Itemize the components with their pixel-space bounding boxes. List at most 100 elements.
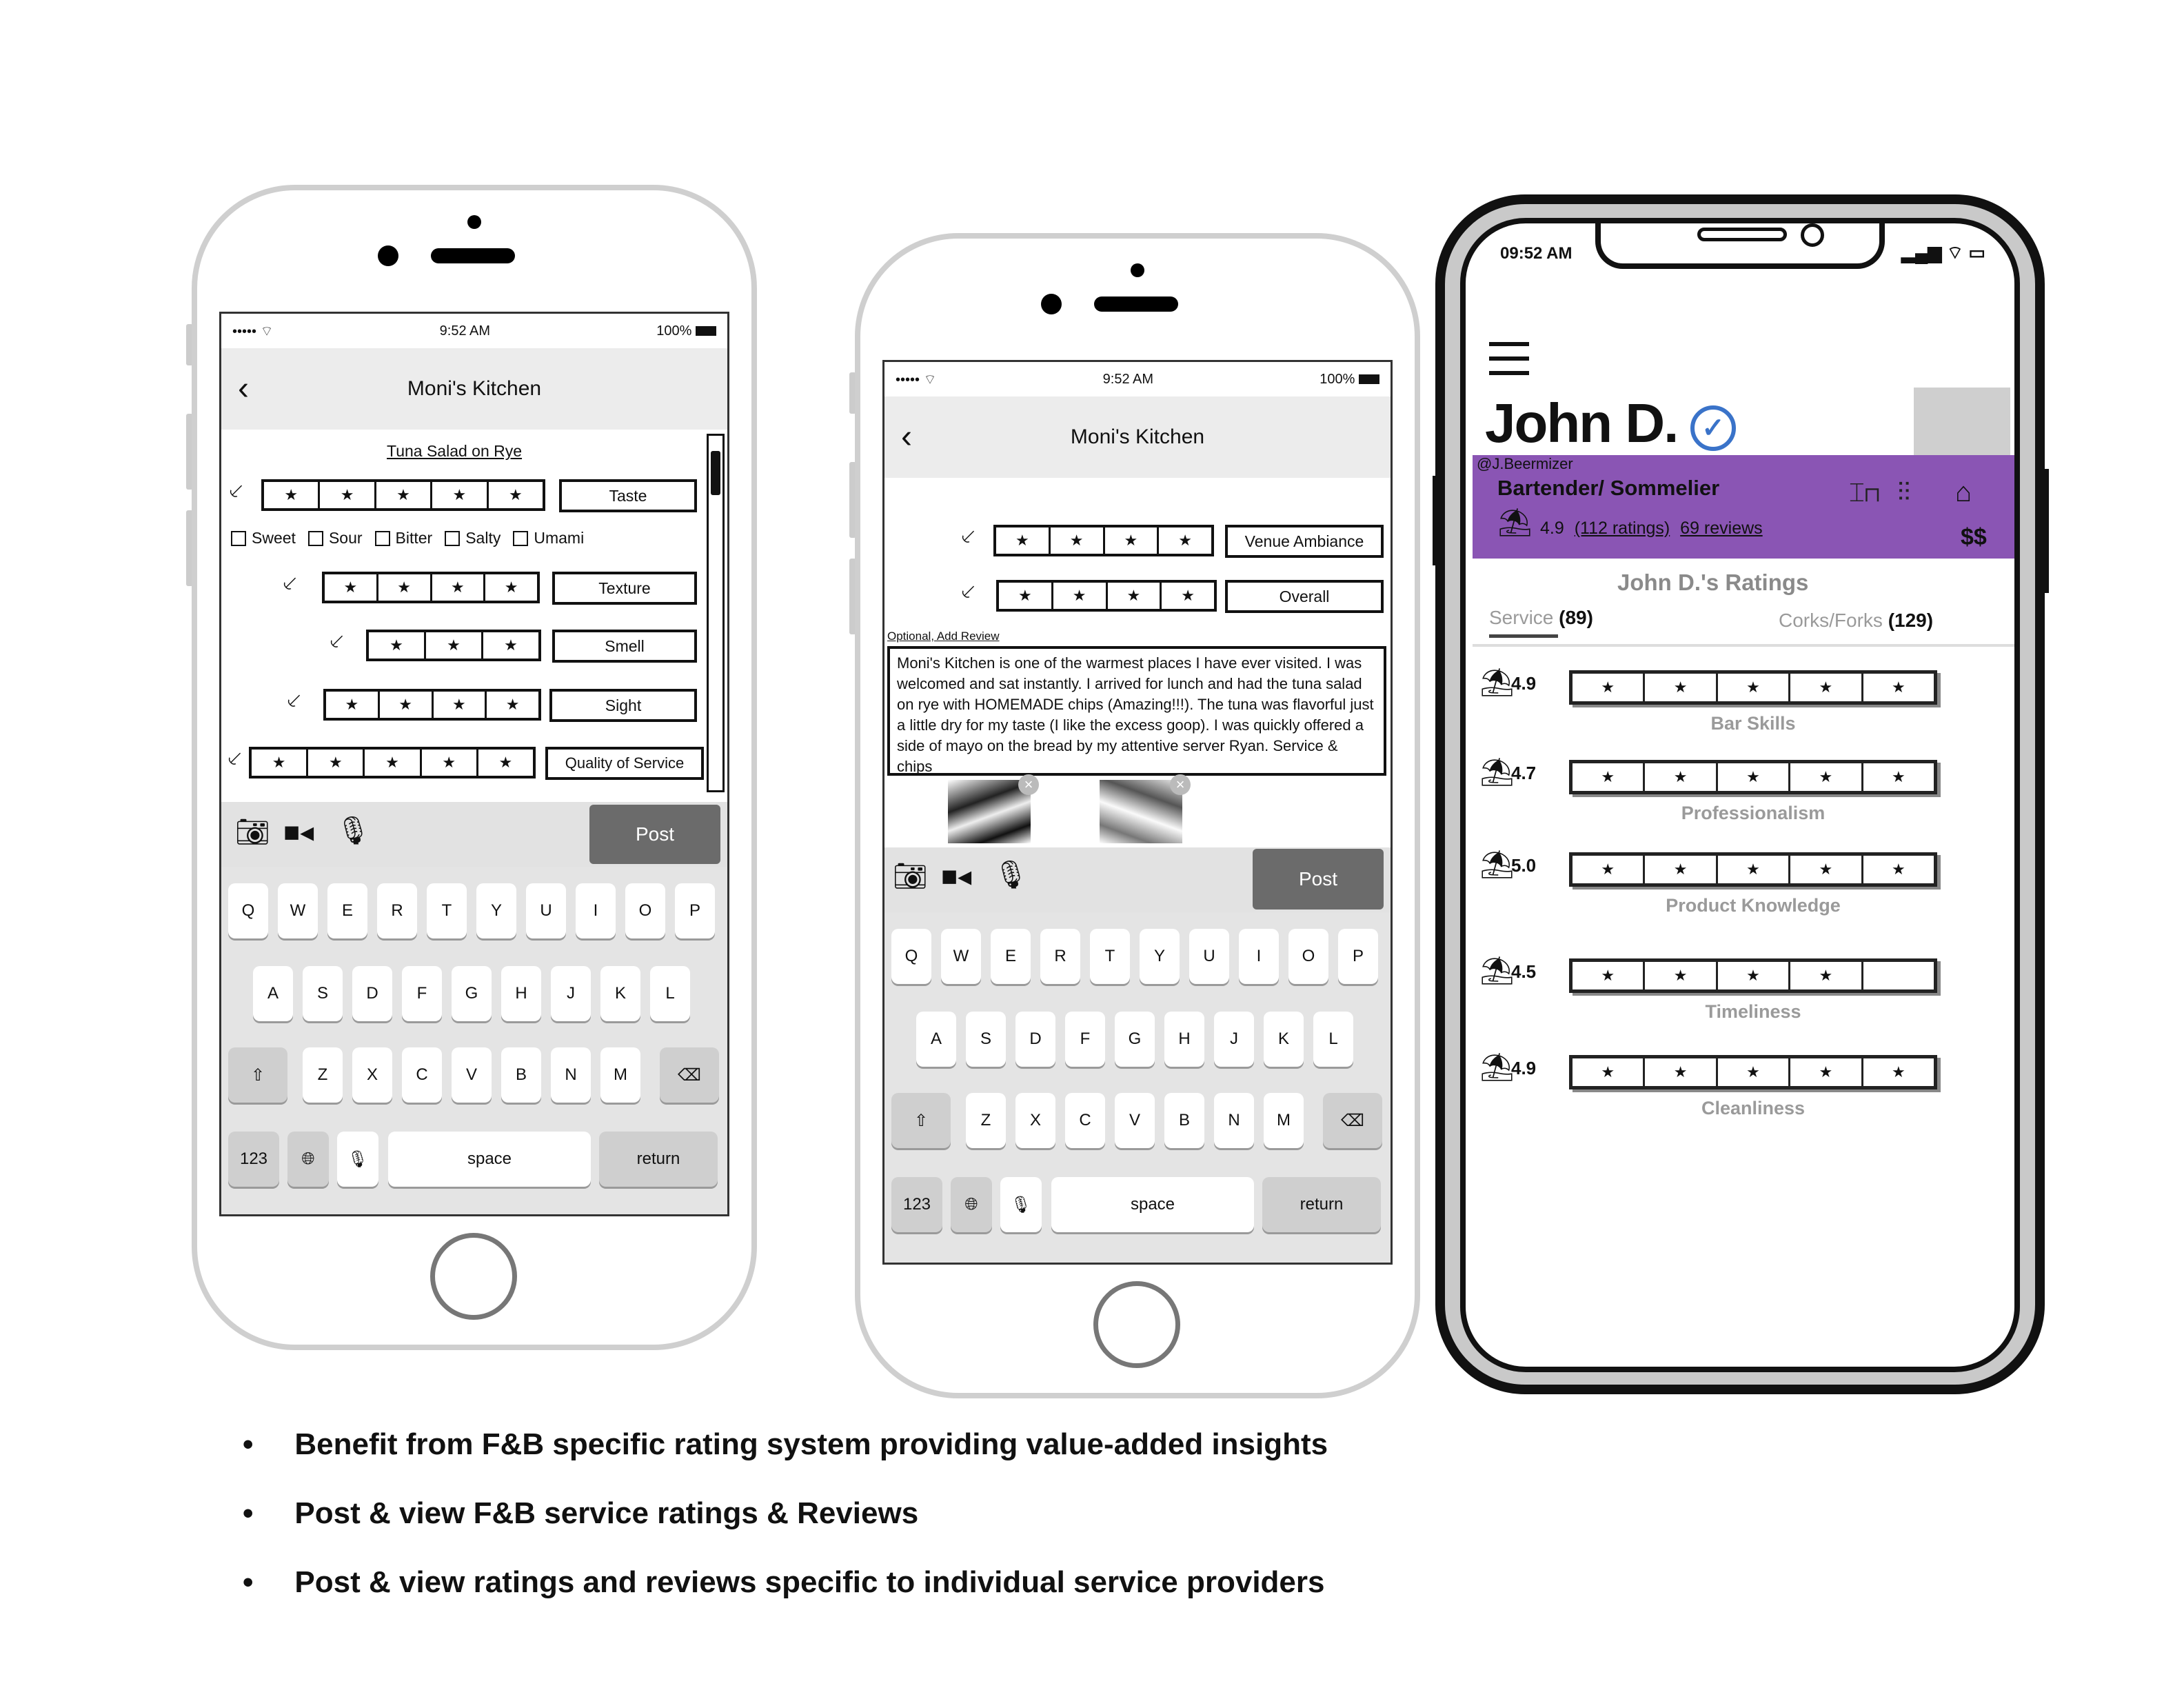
scrollbar-thumb[interactable] bbox=[711, 451, 720, 495]
camera-icon[interactable]: 📷︎ bbox=[235, 818, 270, 846]
key-p[interactable]: P bbox=[1338, 929, 1378, 984]
service-star-rating[interactable]: ★ ★ ★ ★ ★ bbox=[249, 747, 536, 778]
key-b[interactable]: B bbox=[501, 1047, 541, 1103]
microphone-icon[interactable]: 🎙︎ bbox=[993, 861, 1029, 889]
globe-icon[interactable]: 🌐︎ bbox=[287, 1132, 329, 1187]
smell-star-rating[interactable]: ★ ★ ★ bbox=[366, 630, 541, 661]
back-chevron-icon[interactable]: ‹ bbox=[901, 421, 912, 454]
video-camera-icon[interactable]: ■◂ bbox=[283, 818, 314, 846]
ratings-count-link[interactable]: (112 ratings) bbox=[1575, 519, 1670, 538]
key-y[interactable]: Y bbox=[476, 883, 516, 938]
key-f[interactable]: F bbox=[402, 966, 442, 1021]
globe-icon[interactable]: 🌐︎ bbox=[951, 1177, 992, 1232]
key-q[interactable]: Q bbox=[891, 929, 931, 984]
reviews-count-link[interactable]: 69 reviews bbox=[1680, 519, 1763, 538]
key-g[interactable]: G bbox=[1115, 1012, 1155, 1067]
key-d[interactable]: D bbox=[1015, 1012, 1055, 1067]
backspace-key[interactable]: ⌫ bbox=[660, 1047, 719, 1103]
key-c[interactable]: C bbox=[1065, 1093, 1105, 1148]
return-key[interactable]: return bbox=[599, 1132, 718, 1187]
key-u[interactable]: U bbox=[1189, 929, 1229, 984]
key-j[interactable]: J bbox=[551, 966, 591, 1021]
post-button[interactable]: Post bbox=[1253, 849, 1384, 910]
category-star-rating[interactable]: ★ ★ ★ ★ ★ bbox=[1569, 760, 1937, 794]
backspace-key[interactable]: ⌫ bbox=[1323, 1093, 1382, 1148]
key-p[interactable]: P bbox=[675, 883, 715, 938]
checkbox-sour[interactable]: Sour bbox=[307, 529, 363, 547]
sight-star-rating[interactable]: ★ ★ ★ ★ bbox=[323, 689, 541, 721]
key-b[interactable]: B bbox=[1164, 1093, 1204, 1148]
key-g[interactable]: G bbox=[452, 966, 492, 1021]
key-y[interactable]: Y bbox=[1140, 929, 1180, 984]
key-a[interactable]: A bbox=[916, 1012, 956, 1067]
numbers-key[interactable]: 123 bbox=[228, 1132, 279, 1187]
checkbox-umami[interactable]: Umami bbox=[513, 529, 584, 547]
texture-star-rating[interactable]: ★ ★ ★ ★ bbox=[322, 572, 540, 603]
overall-star-rating[interactable]: ★ ★ ★ ★ bbox=[996, 580, 1217, 612]
remove-photo-icon[interactable]: × bbox=[1018, 774, 1039, 795]
key-z[interactable]: Z bbox=[303, 1047, 343, 1103]
key-f[interactable]: F bbox=[1065, 1012, 1105, 1067]
category-star-rating[interactable]: ★ ★ ★ ★ ★ bbox=[1569, 1055, 1937, 1089]
category-star-rating[interactable]: ★ ★ ★ ★ ★ bbox=[1569, 852, 1937, 887]
back-chevron-icon[interactable]: ‹ bbox=[238, 372, 249, 405]
hamburger-menu-icon[interactable] bbox=[1489, 342, 1529, 375]
post-button[interactable]: Post bbox=[589, 805, 720, 864]
key-m[interactable]: M bbox=[1264, 1093, 1304, 1148]
key-u[interactable]: U bbox=[526, 883, 566, 938]
key-w[interactable]: W bbox=[941, 929, 981, 984]
checkbox-bitter[interactable]: Bitter bbox=[374, 529, 432, 547]
key-h[interactable]: H bbox=[501, 966, 541, 1021]
key-i[interactable]: I bbox=[1239, 929, 1279, 984]
key-x[interactable]: X bbox=[1015, 1093, 1055, 1148]
category-star-rating[interactable]: ★ ★ ★ ★ ★ bbox=[1569, 670, 1937, 705]
key-z[interactable]: Z bbox=[966, 1093, 1006, 1148]
camera-icon[interactable]: 📷︎ bbox=[893, 863, 928, 890]
shift-key[interactable]: ⇧ bbox=[891, 1093, 951, 1148]
checkbox-sweet[interactable]: Sweet bbox=[231, 529, 296, 547]
photo-thumbnail[interactable] bbox=[1100, 780, 1182, 843]
key-e[interactable]: E bbox=[991, 929, 1031, 984]
dictation-microphone-icon[interactable]: 🎙︎ bbox=[337, 1132, 378, 1187]
taste-star-rating[interactable]: ★ ★ ★ ★ ★ bbox=[261, 479, 545, 511]
key-r[interactable]: R bbox=[377, 883, 417, 938]
key-n[interactable]: N bbox=[1214, 1093, 1254, 1148]
checkbox-salty[interactable]: Salty bbox=[445, 529, 501, 547]
home-button[interactable] bbox=[430, 1233, 517, 1320]
microphone-icon[interactable]: 🎙︎ bbox=[336, 817, 371, 845]
key-e[interactable]: E bbox=[327, 883, 367, 938]
key-h[interactable]: H bbox=[1164, 1012, 1204, 1067]
shift-key[interactable]: ⇧ bbox=[228, 1047, 287, 1103]
space-key[interactable]: space bbox=[388, 1132, 591, 1187]
remove-photo-icon[interactable]: × bbox=[1170, 774, 1191, 795]
key-q[interactable]: Q bbox=[228, 883, 268, 938]
key-k[interactable]: K bbox=[1264, 1012, 1304, 1067]
key-k[interactable]: K bbox=[600, 966, 640, 1021]
photo-thumbnail[interactable] bbox=[948, 780, 1031, 843]
key-w[interactable]: W bbox=[278, 883, 318, 938]
key-m[interactable]: M bbox=[600, 1047, 640, 1103]
video-camera-icon[interactable]: ■◂ bbox=[941, 863, 971, 890]
key-n[interactable]: N bbox=[551, 1047, 591, 1103]
review-textarea[interactable]: Moni's Kitchen is one of the warmest pla… bbox=[887, 646, 1386, 776]
key-x[interactable]: X bbox=[352, 1047, 392, 1103]
key-o[interactable]: O bbox=[1288, 929, 1328, 984]
key-v[interactable]: V bbox=[452, 1047, 492, 1103]
key-t[interactable]: T bbox=[1090, 929, 1130, 984]
key-j[interactable]: J bbox=[1214, 1012, 1254, 1067]
return-key[interactable]: return bbox=[1262, 1177, 1381, 1232]
key-r[interactable]: R bbox=[1040, 929, 1080, 984]
numbers-key[interactable]: 123 bbox=[891, 1177, 942, 1232]
key-s[interactable]: S bbox=[303, 966, 343, 1021]
key-l[interactable]: L bbox=[1313, 1012, 1353, 1067]
home-button[interactable] bbox=[1093, 1281, 1180, 1368]
key-t[interactable]: T bbox=[427, 883, 467, 938]
key-o[interactable]: O bbox=[625, 883, 665, 938]
space-key[interactable]: space bbox=[1051, 1177, 1254, 1232]
key-a[interactable]: A bbox=[253, 966, 293, 1021]
category-star-rating[interactable]: ★ ★ ★ ★ bbox=[1569, 958, 1937, 993]
key-l[interactable]: L bbox=[650, 966, 690, 1021]
scrollbar[interactable] bbox=[707, 434, 725, 792]
key-c[interactable]: C bbox=[402, 1047, 442, 1103]
dictation-microphone-icon[interactable]: 🎙︎ bbox=[1000, 1177, 1042, 1232]
